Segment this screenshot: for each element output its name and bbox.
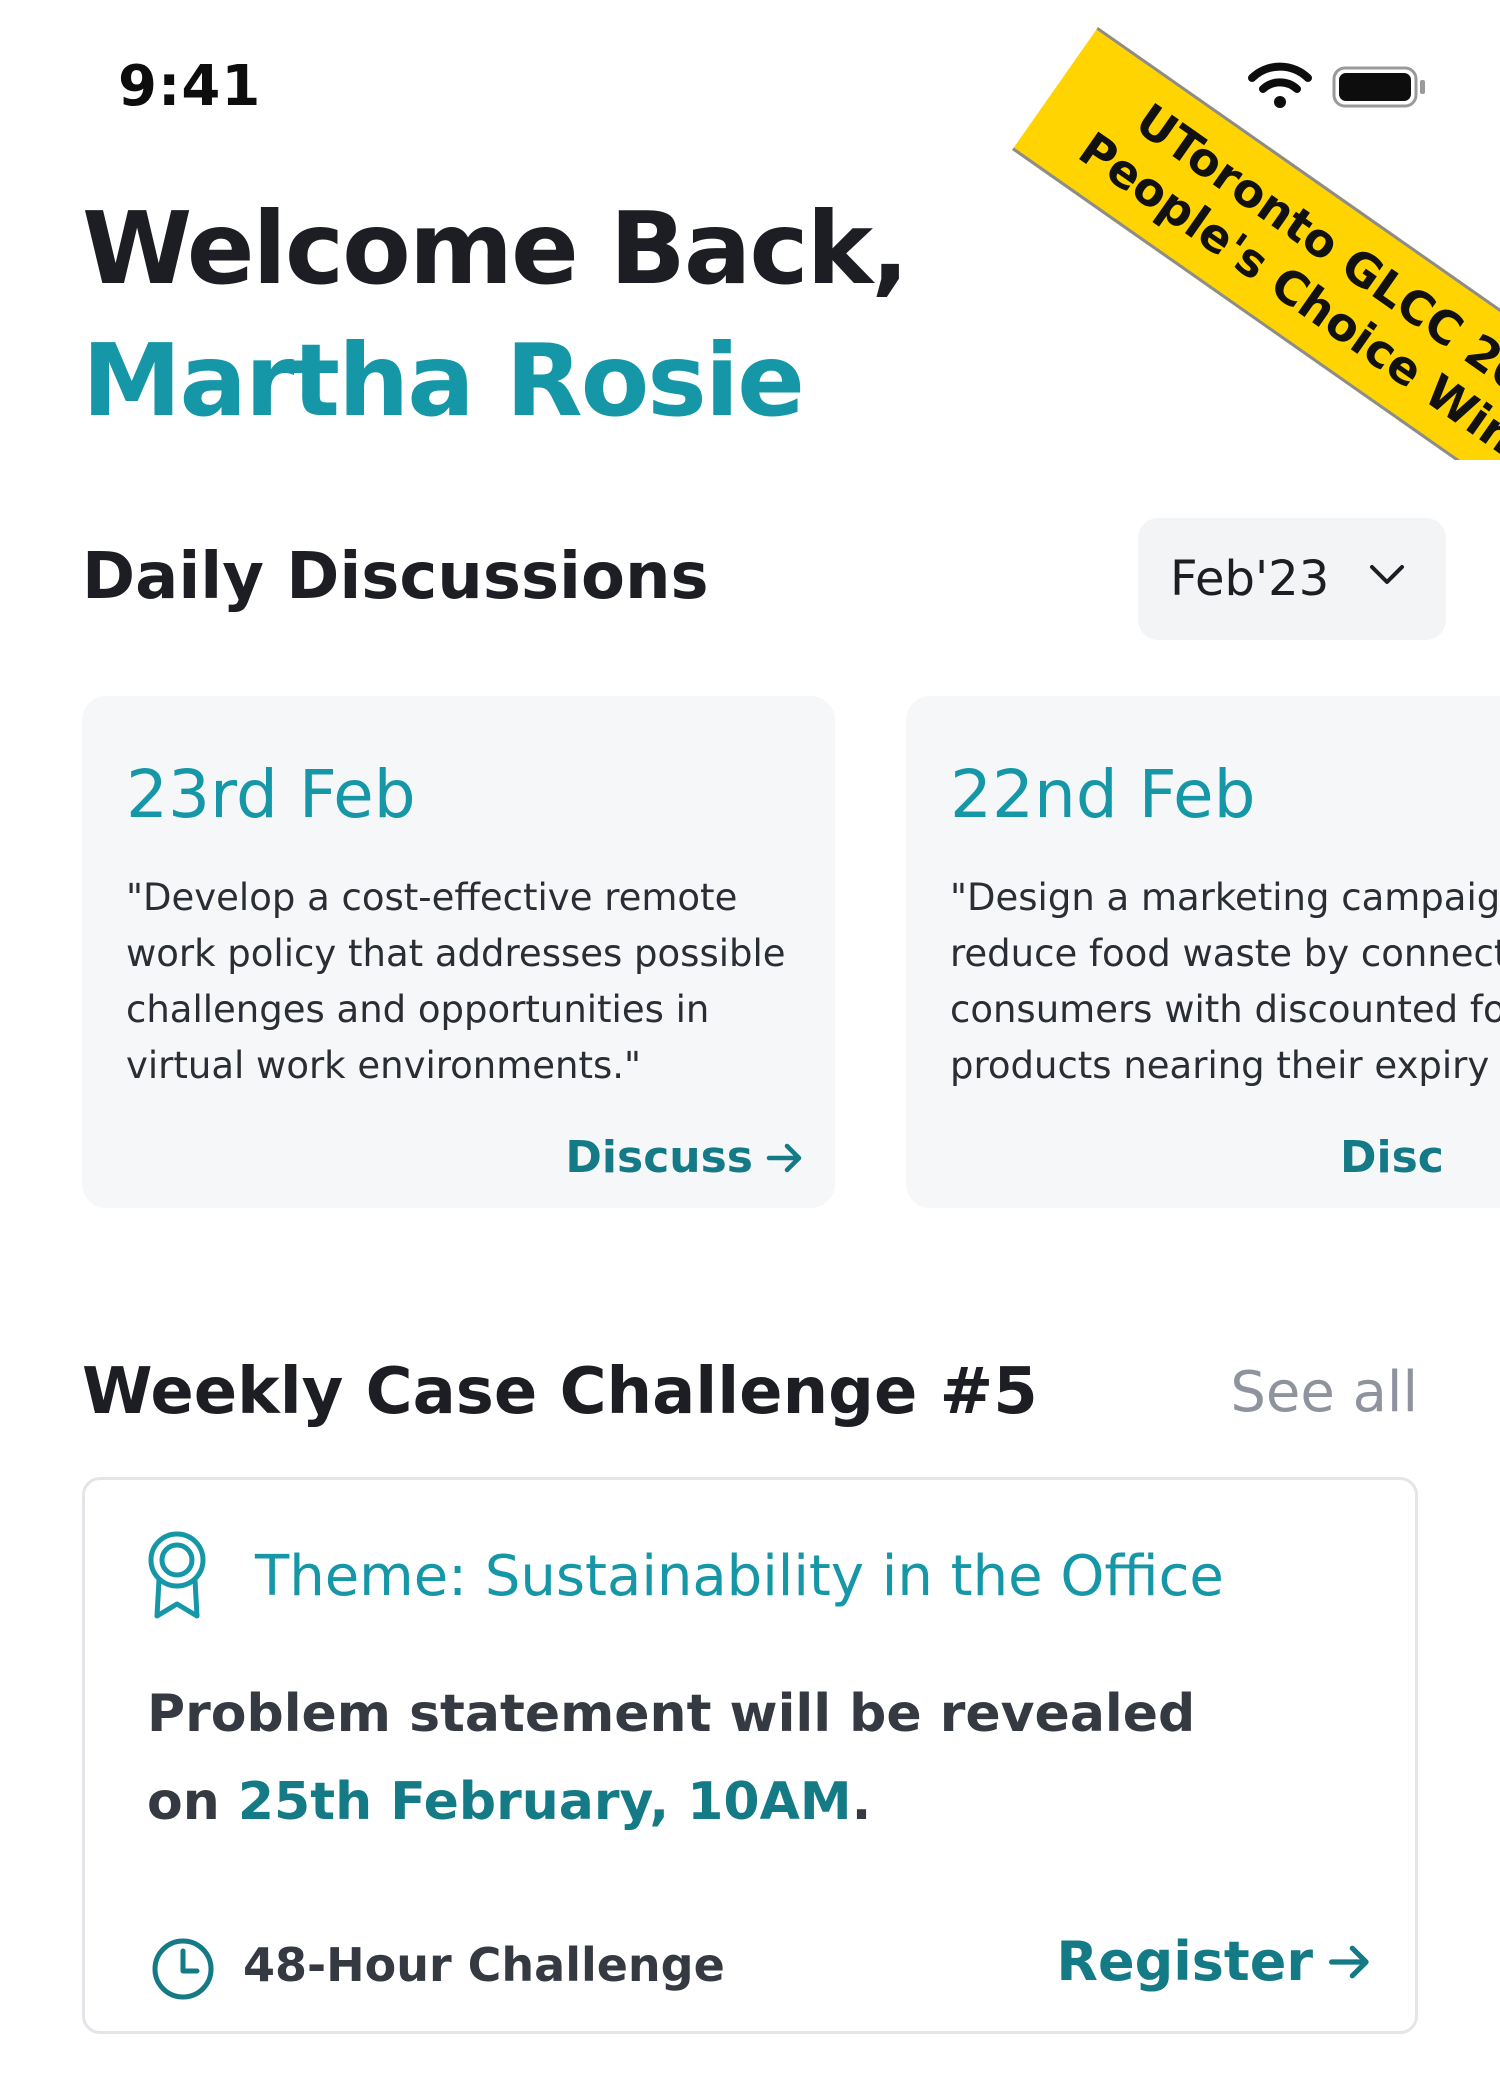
user-name: Martha Rosie [82,322,805,439]
ribbon-line-2: People's Choice Winner [1069,121,1500,460]
problem-line-2: on 25th February, 10AM. [147,1758,1195,1846]
ribbon-line-1: UToronto GLCC 2023: [1126,92,1500,452]
ribbon-award-icon [148,1531,206,1619]
prompt-line: reduce food waste by connect [950,932,1500,975]
welcome-heading: Welcome Back, [82,190,909,307]
discuss-button[interactable]: Discuss [565,1132,805,1183]
problem-line-1: Problem statement will be revealed [147,1684,1196,1744]
problem-statement: Problem statement will be revealed on 25… [147,1670,1195,1846]
status-time: 9:41 [118,54,262,119]
chevron-down-icon [1370,565,1404,584]
weekly-challenge-title: Weekly Case Challenge #5 [82,1355,1038,1429]
month-selector-value: Feb'23 [1170,551,1330,607]
clock-icon [152,1938,214,2000]
arrow-right-icon [766,1143,802,1172]
arrow-right-icon [1329,1945,1369,1978]
month-selector[interactable]: Feb'23 [1138,518,1446,640]
prompt-line: "Design a marketing campaign [950,876,1500,919]
battery-icon [1332,66,1425,108]
discussion-date: 23rd Feb [126,756,416,833]
discussion-prompt: "Design a marketing campaign reduce food… [950,870,1500,1094]
prompt-line: virtual work environments." [126,1044,642,1087]
discussion-prompt: "Develop a cost-effective remote work po… [126,870,806,1094]
challenge-duration: 48-Hour Challenge [243,1938,725,1992]
prompt-line: "Develop a cost-effective remote [126,876,738,919]
discuss-label: Disc [1340,1132,1444,1183]
discuss-label: Discuss [565,1132,753,1183]
prompt-line: challenges and opportunities in [126,988,710,1031]
problem-end: . [851,1772,872,1832]
problem-on: on [147,1772,238,1832]
discussion-date: 22nd Feb [950,756,1256,833]
daily-discussions-title: Daily Discussions [82,540,709,614]
discuss-button[interactable]: Disc [1340,1132,1444,1183]
reveal-date: 25th February, 10AM [237,1772,852,1832]
wifi-icon [1248,62,1312,108]
register-label: Register [1056,1930,1313,1993]
register-button[interactable]: Register [1056,1930,1373,1993]
see-all-link[interactable]: See all [1230,1360,1418,1425]
discussion-card[interactable]: 23rd Feb "Develop a cost-effective remot… [82,696,835,1208]
case-challenge-card: Theme: Sustainability in the Office Prob… [82,1477,1418,2034]
prompt-line: work policy that addresses possible [126,932,786,975]
prompt-line: products nearing their expiry c [950,1044,1500,1087]
challenge-theme: Theme: Sustainability in the Office [255,1544,1224,1609]
discussion-card[interactable]: 22nd Feb "Design a marketing campaign re… [906,696,1500,1208]
prompt-line: consumers with discounted fo [950,988,1500,1031]
discussion-carousel[interactable]: 23rd Feb "Develop a cost-effective remot… [82,696,1500,1208]
